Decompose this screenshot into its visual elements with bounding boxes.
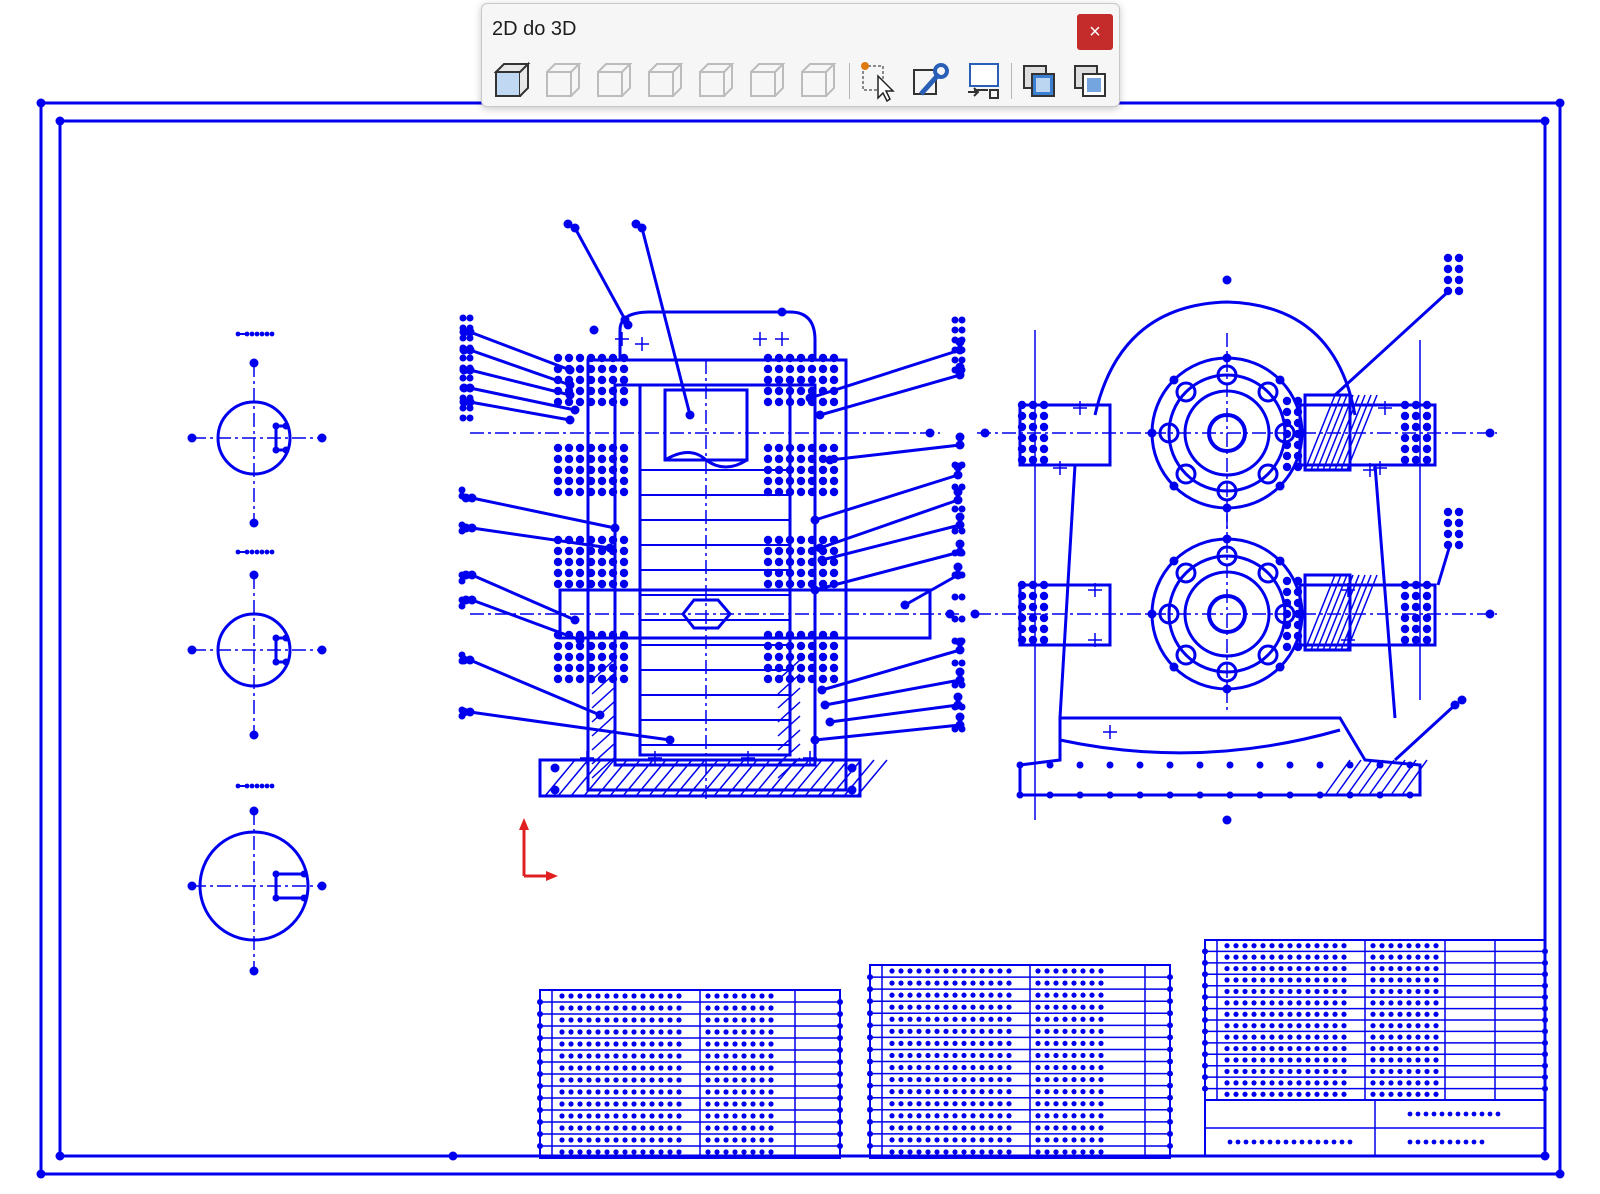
toolbar-separator <box>849 63 850 99</box>
2d-to-3d-toolbar[interactable]: 2D do 3D × <box>481 3 1120 107</box>
right-view-button <box>694 60 740 102</box>
cut-icon <box>1074 65 1106 97</box>
side-view-sketch <box>970 253 1497 825</box>
auxiliary-view-button <box>796 60 842 102</box>
cube-right-icon <box>699 63 735 97</box>
repair-sketch-button[interactable] <box>907 60 953 102</box>
cube-bottom-icon <box>597 63 633 97</box>
cube-auxiliary-icon <box>801 63 837 97</box>
select-cursor-icon <box>861 62 895 102</box>
top-view-button <box>541 60 587 102</box>
align-sketch-button[interactable] <box>958 60 1004 102</box>
extrude-icon <box>1023 65 1055 97</box>
close-button[interactable]: × <box>1077 14 1113 50</box>
front-view-button[interactable] <box>490 60 536 102</box>
cube-back-icon <box>750 63 786 97</box>
toolbar-title: 2D do 3D <box>492 18 577 40</box>
align-sketch-icon <box>968 63 999 99</box>
cube-left-icon <box>648 63 684 97</box>
cube-front-icon <box>493 61 531 97</box>
close-icon: × <box>1089 20 1101 43</box>
parts-list-table <box>537 939 1548 1159</box>
wrench-icon <box>913 63 949 96</box>
sketch-drawing-canvas[interactable] <box>0 0 1600 1194</box>
back-view-button <box>745 60 791 102</box>
toolbar-separator <box>1011 63 1012 99</box>
toolbar-buttons <box>490 60 1120 102</box>
left-view-button <box>643 60 689 102</box>
front-view-sketch <box>458 219 966 800</box>
cut-button[interactable] <box>1069 60 1115 102</box>
section-views <box>187 331 327 976</box>
select-sketch-entities-button[interactable] <box>856 60 902 102</box>
origin-axes-icon <box>519 818 558 881</box>
cube-top-icon <box>546 63 582 97</box>
bottom-view-button <box>592 60 638 102</box>
extrude-button[interactable] <box>1018 60 1064 102</box>
